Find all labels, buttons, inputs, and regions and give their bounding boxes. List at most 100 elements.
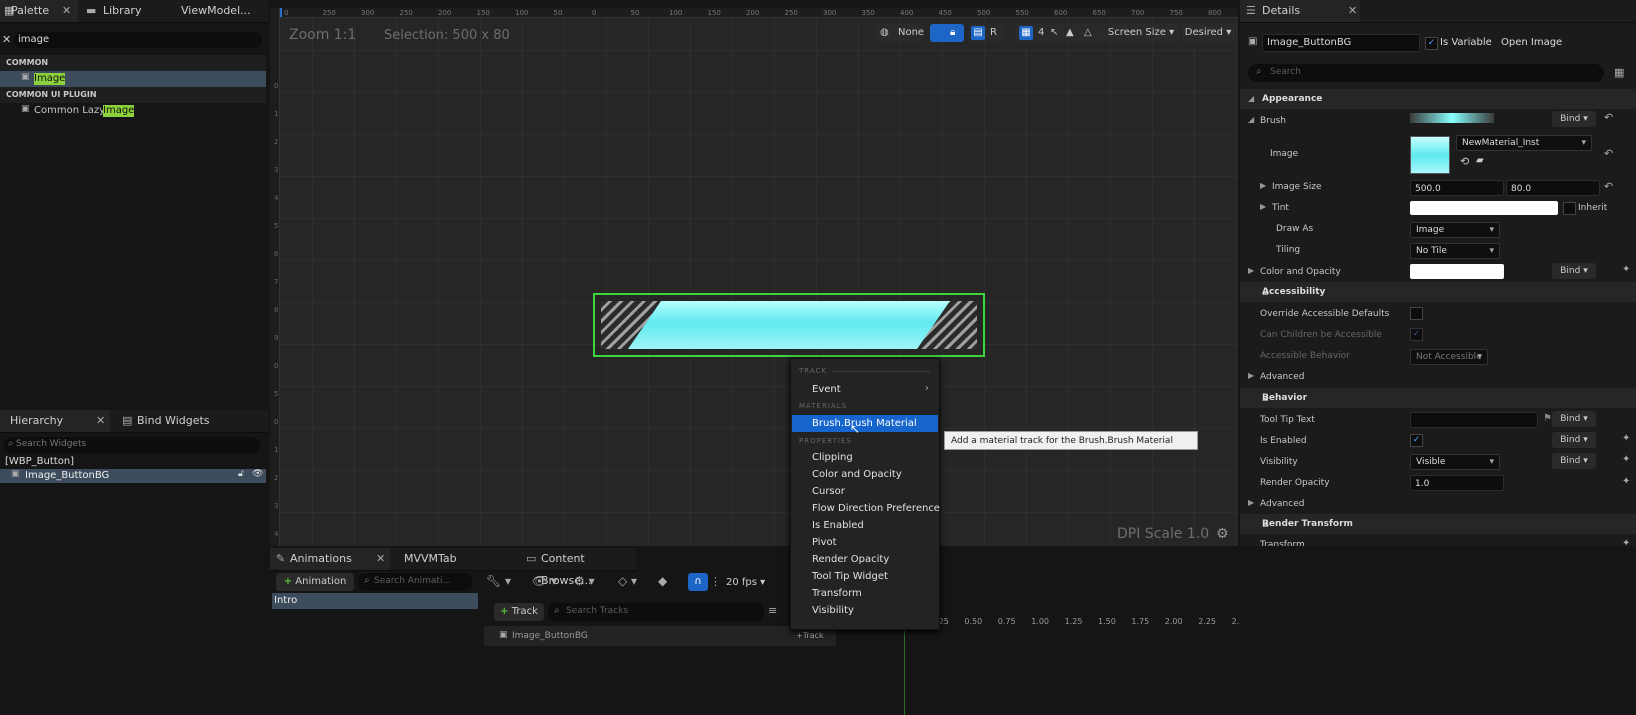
open-image-link[interactable]: Open Image — [1501, 37, 1562, 48]
image-size-x-input[interactable]: 500.0 — [1410, 180, 1504, 196]
menu-item-pivot[interactable]: Pivot — [812, 537, 837, 548]
reset-to-default-icon[interactable]: ↶ — [1604, 180, 1613, 193]
track-add-button[interactable]: +Track — [796, 631, 824, 640]
menu-item-cursor[interactable]: Cursor — [812, 486, 845, 497]
pin-icon[interactable]: ✦ — [1622, 454, 1630, 465]
localization-button[interactable]: ◍ None — [876, 24, 924, 42]
widget-name-input[interactable]: Image_ButtonBG — [1262, 34, 1420, 52]
menu-item-brush-material[interactable]: Brush.Brush Material — [792, 415, 938, 432]
tab-bind-widgets[interactable]: ▤ Bind Widgets — [120, 410, 230, 432]
menu-item-transform[interactable]: Transform — [812, 588, 862, 599]
menu-item-clipping[interactable]: Clipping — [812, 452, 853, 463]
clear-search-icon[interactable]: ✕ — [2, 33, 11, 46]
respect-locks-button[interactable]: ▤ R — [968, 24, 1004, 42]
menu-item-color-and-opacity[interactable]: Color and Opacity — [812, 469, 902, 480]
lock-icon[interactable]: 🔓︎ — [238, 469, 244, 479]
screen-size-dropdown[interactable]: Screen Size ▾ — [1102, 24, 1180, 42]
close-icon[interactable]: ✕ — [376, 548, 385, 570]
add-animation-button[interactable]: + Animation — [276, 573, 354, 591]
flag-icon[interactable]: ⚑ — [1543, 413, 1552, 424]
menu-item-flow-direction-preference[interactable]: Flow Direction Preference — [812, 503, 940, 514]
override-accessible-checkbox[interactable] — [1410, 307, 1423, 320]
key-icon[interactable]: ◇ ▾ — [618, 574, 637, 588]
pin-icon[interactable]: ✦ — [1622, 264, 1630, 275]
eye-icon[interactable]: 👁︎ — [252, 469, 263, 479]
wrench-icon[interactable]: 🔧︎ ▾ — [486, 574, 511, 588]
tab-viewmodel[interactable]: ViewModel... — [181, 0, 261, 22]
hierarchy-search-input[interactable]: ⌕ Search Widgets — [4, 437, 260, 453]
section-accessibility[interactable]: ◢ Accessibility — [1240, 282, 1636, 302]
close-icon[interactable]: ✕ — [96, 410, 105, 432]
image-size-y-input[interactable]: 80.0 — [1506, 180, 1600, 196]
reset-to-default-icon[interactable]: ↶ — [1604, 147, 1613, 160]
pin-icon[interactable]: ✦ — [1622, 476, 1630, 487]
snap-toggle[interactable]: 🔒︎ — [930, 24, 964, 42]
bind-button[interactable]: Bind ▾ — [1552, 432, 1596, 448]
tiling-dropdown[interactable]: No Tile — [1410, 243, 1500, 259]
palette-item-image[interactable]: ▣ Image — [0, 71, 266, 87]
menu-item-event[interactable]: Event — [812, 384, 841, 395]
tab-mvvm[interactable]: MVVMTab — [404, 548, 494, 570]
section-common-ui-plugin[interactable]: COMMON UI PLUGIN — [0, 87, 266, 103]
palette-search-input[interactable]: image — [14, 32, 262, 48]
color-opacity-swatch[interactable] — [1410, 264, 1504, 279]
is-enabled-checkbox[interactable]: ✓ — [1410, 434, 1423, 447]
pin-icon[interactable]: ✦ — [1622, 433, 1630, 444]
bind-button[interactable]: Bind ▾ — [1552, 453, 1596, 469]
close-icon[interactable]: ✕ — [62, 0, 71, 22]
tab-animations[interactable]: ✎ Animations ✕ — [270, 548, 390, 570]
folder-icon[interactable]: ▰ — [1476, 155, 1484, 166]
visibility-dropdown[interactable]: Visible — [1410, 454, 1500, 470]
animation-list-item[interactable]: Intro — [272, 593, 478, 609]
tint-color-swatch[interactable] — [1410, 201, 1558, 215]
tab-library[interactable]: ▬ Library — [84, 0, 164, 22]
tab-palette[interactable]: ▦ Palette ✕ — [0, 0, 78, 22]
menu-item-visibility[interactable]: Visibility — [812, 605, 854, 616]
selected-widget-outline[interactable] — [593, 293, 985, 357]
animation-search-input[interactable]: ⌕ Search Animati... — [358, 573, 472, 591]
hierarchy-root[interactable]: [WBP_Button] — [5, 456, 74, 467]
advanced-label[interactable]: Advanced — [1260, 372, 1304, 382]
designer-canvas[interactable] — [270, 8, 1238, 546]
hierarchy-item-image-buttonbg[interactable]: ▣ Image_ButtonBG 🔓︎ 👁︎ — [0, 469, 266, 483]
browse-icon[interactable]: ⟲ — [1460, 155, 1469, 168]
track-row[interactable]: ▣ Image_ButtonBG +Track — [484, 626, 836, 646]
menu-item-render-opacity[interactable]: Render Opacity — [812, 554, 889, 565]
grid-snap-button[interactable]: ▦ 4 ↖ ▲ △ — [1016, 24, 1102, 42]
reset-to-default-icon[interactable]: ↶ — [1604, 111, 1613, 124]
tooltip-text-input[interactable] — [1410, 412, 1538, 428]
inherit-checkbox[interactable] — [1563, 202, 1576, 215]
bind-button[interactable]: Bind ▾ — [1552, 263, 1596, 279]
fps-dropdown[interactable]: 20 fps ▾ — [726, 577, 765, 588]
render-opacity-input[interactable]: 1.0 — [1410, 475, 1504, 491]
filter-icon[interactable]: ≡ — [768, 604, 777, 617]
track-search-input[interactable]: ⌕ Search Tracks — [548, 603, 764, 621]
playback-icon[interactable]: ⚙ ▾ — [574, 574, 595, 588]
section-appearance[interactable]: ◢ Appearance — [1240, 89, 1636, 109]
close-icon[interactable]: ✕ — [1348, 0, 1357, 22]
palette-item-common-lazy-image[interactable]: ▣ Common Lazy Image — [0, 103, 266, 119]
gear-icon[interactable]: ⚙ — [1216, 526, 1229, 542]
desired-dropdown[interactable]: Desired ▾ — [1182, 24, 1234, 42]
property-matrix-icon[interactable]: ▦ — [1614, 66, 1624, 79]
diamond-icon[interactable]: ◆ — [658, 574, 667, 588]
section-render-transform[interactable]: ◢ Render Transform — [1240, 514, 1636, 534]
is-variable-checkbox[interactable]: ✓ — [1425, 37, 1438, 50]
material-thumbnail[interactable] — [1410, 136, 1450, 174]
details-search-input[interactable]: ⌕ Search — [1248, 64, 1604, 82]
snap-magnet-button[interactable]: ∩ — [688, 573, 708, 591]
menu-item-tool-tip-widget[interactable]: Tool Tip Widget — [812, 571, 888, 582]
bind-button[interactable]: Bind ▾ — [1552, 411, 1596, 427]
menu-item-is-enabled[interactable]: Is Enabled — [812, 520, 864, 531]
tab-content-browser[interactable]: ▭ Content Browse... — [526, 548, 636, 587]
add-track-button[interactable]: + Track — [494, 603, 544, 621]
section-common[interactable]: COMMON — [0, 55, 266, 71]
section-behavior[interactable]: ◢ Behavior — [1240, 388, 1636, 408]
bind-button[interactable]: Bind ▾ — [1552, 111, 1596, 127]
tab-hierarchy[interactable]: Hierarchy ✕ — [0, 410, 110, 432]
material-asset-picker[interactable]: NewMaterial_Inst — [1456, 135, 1592, 151]
eye-icon[interactable]: 👁︎ ▾ — [532, 574, 557, 588]
draw-as-dropdown[interactable]: Image — [1410, 222, 1500, 238]
more-options-icon[interactable]: ⋮ — [710, 575, 721, 588]
behavior-advanced-label[interactable]: Advanced — [1260, 499, 1304, 509]
